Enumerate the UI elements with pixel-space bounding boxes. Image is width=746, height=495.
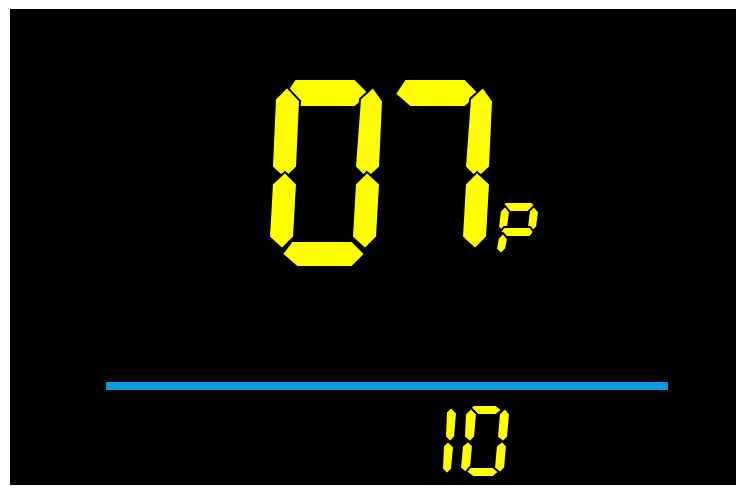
divider-bar — [106, 382, 668, 390]
segment-readout — [267, 78, 541, 478]
unit-p-indicator — [494, 201, 541, 256]
main-digit-0 — [267, 78, 385, 268]
sub-digit-1 — [440, 405, 459, 476]
sub-digit-0 — [458, 404, 512, 478]
main-digit-7 — [393, 78, 495, 251]
lcd-display-screen: 07 10 — [10, 9, 736, 485]
